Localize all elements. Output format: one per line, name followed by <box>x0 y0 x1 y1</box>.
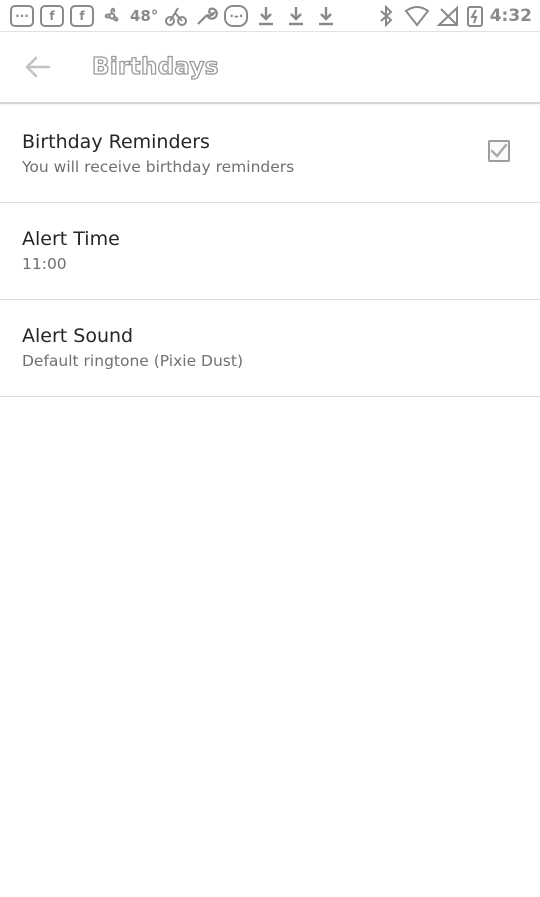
preferences-list: Birthday Reminders You will receive birt… <box>0 106 540 397</box>
notification-icons: ··· f f 48° ·-· <box>10 4 338 27</box>
birthday-reminders-preference[interactable]: Birthday Reminders You will receive birt… <box>0 106 540 203</box>
chat-bubble-icon: ·-· <box>224 4 249 27</box>
birthday-reminders-checkbox[interactable] <box>488 140 510 162</box>
facebook-icon: f <box>40 4 64 27</box>
battery-icon <box>466 5 483 27</box>
preference-summary: You will receive birthday reminders <box>22 157 295 176</box>
toolbar: Birthdays <box>0 32 540 104</box>
preference-title: Alert Sound <box>22 324 134 347</box>
wifi-icon <box>404 5 430 27</box>
preference-title: Alert Time <box>22 227 120 250</box>
facebook-icon: f <box>70 4 94 27</box>
checkmark-icon <box>490 143 508 158</box>
alert-time-preference[interactable]: Alert Time 11:00 <box>0 203 540 300</box>
no-signal-icon <box>436 5 458 26</box>
download-icon <box>319 6 334 25</box>
arrow-left-icon <box>25 56 51 78</box>
download-icon <box>289 6 304 25</box>
fan-icon <box>104 7 119 22</box>
preference-title: Birthday Reminders <box>22 130 210 153</box>
clock: 4:32 <box>489 5 532 26</box>
bike-icon <box>165 6 188 26</box>
page-title: Birthdays <box>91 53 219 80</box>
download-icon <box>259 6 274 25</box>
preference-summary: Default ringtone (Pixie Dust) <box>22 351 244 370</box>
bluetooth-icon <box>380 4 393 27</box>
preference-summary: 11:00 <box>22 254 67 273</box>
weather-temperature: 48° <box>130 6 159 25</box>
status-bar: ··· f f 48° ·-· 4:32 <box>0 0 540 32</box>
wrench-icon <box>197 7 219 25</box>
alert-sound-preference[interactable]: Alert Sound Default ringtone (Pixie Dust… <box>0 300 540 397</box>
back-button[interactable] <box>10 39 66 95</box>
chat-icon: ··· <box>10 4 34 27</box>
system-icons: 4:32 <box>374 4 532 27</box>
